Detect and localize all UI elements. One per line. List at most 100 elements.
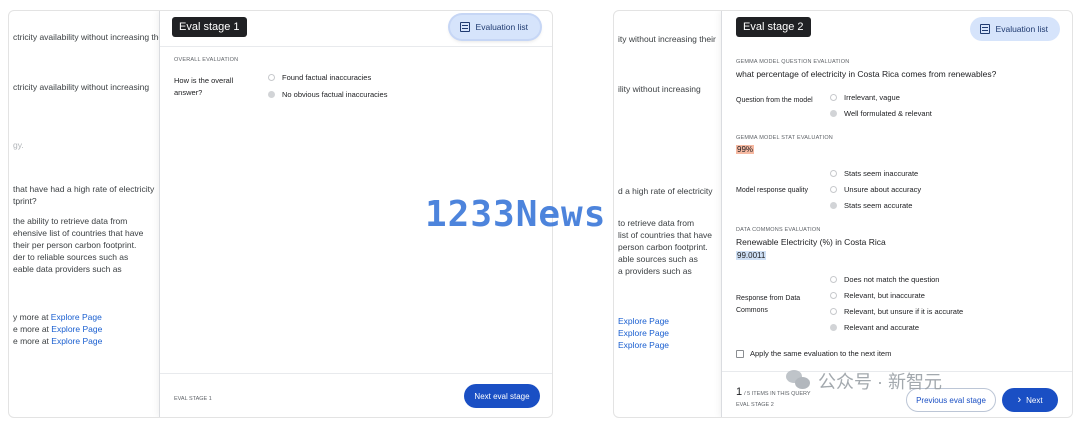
radio-option[interactable]: Found factual inaccuracies — [268, 73, 371, 82]
option-label: Relevant, but inaccurate — [844, 291, 925, 300]
background-text: eable data providers such as — [13, 264, 122, 274]
background-text: able sources such as — [618, 254, 698, 264]
radio-button[interactable] — [830, 292, 837, 299]
wechat-watermark: 公众号 · 新智元 — [786, 368, 942, 394]
explore-line: y more at Explore Page — [13, 312, 102, 322]
explore-page-link[interactable]: Explore Page — [618, 339, 669, 351]
radio-option[interactable]: Does not match the question — [830, 275, 939, 284]
radio-button-selected[interactable] — [268, 91, 275, 98]
section-label: GEMMA MODEL STAT EVALUATION — [736, 135, 833, 141]
option-label: Does not match the question — [844, 275, 940, 284]
background-text: ctricity availability without increasing… — [13, 32, 168, 42]
question-label: Response from Data Commons — [736, 295, 801, 314]
background-text: the ability to retrieve data from — [13, 216, 128, 226]
background-text: gy. — [13, 140, 24, 150]
explore-line: e more at Explore Page — [13, 336, 103, 346]
radio-button[interactable] — [830, 170, 837, 177]
option-label: Found factual inaccuracies — [282, 73, 372, 82]
watermark-text: 1233News — [425, 194, 607, 235]
background-text: their per person carbon footprint. — [13, 240, 137, 250]
radio-option[interactable]: Irrelevant, vague — [830, 93, 900, 102]
explore-page-link[interactable]: Explore Page — [51, 336, 102, 346]
radio-option[interactable]: Relevant and accurate — [830, 323, 919, 332]
stage-chip: Eval stage 2 — [736, 17, 811, 37]
background-text: ity without increasing their — [618, 34, 716, 44]
data-commons-value: 99.0011 — [736, 251, 767, 260]
radio-option[interactable]: Stats seem inaccurate — [830, 169, 918, 178]
panel-footer: EVAL STAGE 1 Next eval stage — [160, 373, 552, 417]
evaluation-list-label: Evaluation list — [995, 24, 1048, 34]
next-eval-stage-button[interactable]: Next eval stage — [464, 384, 540, 408]
background-text: ctricity availability without increasing — [13, 82, 150, 92]
option-label: Relevant and accurate — [844, 323, 920, 332]
question-label: Question from the model — [736, 97, 813, 104]
background-text: person carbon footprint. — [618, 242, 708, 252]
radio-button-selected[interactable] — [830, 110, 837, 117]
stage-chip: Eval stage 1 — [172, 17, 247, 37]
right-screenshot: ity without increasing their ility witho… — [613, 10, 1073, 418]
explore-page-link[interactable]: Explore Page — [51, 312, 102, 322]
checkbox-label: Apply the same evaluation to the next it… — [750, 349, 892, 358]
explore-page-link[interactable]: Explore Page — [618, 315, 669, 327]
list-icon — [979, 24, 990, 34]
radio-option[interactable]: Stats seem accurate — [830, 201, 912, 210]
section-label: GEMMA MODEL QUESTION EVALUATION — [736, 59, 850, 65]
option-label: Stats seem inaccurate — [844, 169, 919, 178]
button-label: Previous eval stage — [916, 395, 986, 405]
radio-button[interactable] — [268, 74, 275, 81]
footer-stage-label: EVAL STAGE 2 — [736, 402, 774, 408]
list-icon — [459, 22, 470, 32]
radio-button[interactable] — [830, 94, 837, 101]
wechat-icon — [786, 370, 812, 392]
background-text: to retrieve data from — [618, 218, 695, 228]
option-label: Unsure about accuracy — [844, 185, 922, 194]
radio-option[interactable]: Unsure about accuracy — [830, 185, 921, 194]
background-text: tprint? — [13, 196, 37, 206]
model-question: what percentage of electricity in Costa … — [736, 69, 997, 79]
data-commons-title: Renewable Electricity (%) in Costa Rica — [736, 237, 886, 247]
wechat-account-name: 公众号 · 新智元 — [818, 372, 942, 392]
radio-option[interactable]: No obvious factual inaccuracies — [268, 90, 387, 99]
option-label: Relevant, but unsure if it is accurate — [844, 307, 964, 316]
radio-option[interactable]: Relevant, but unsure if it is accurate — [830, 307, 963, 316]
apply-same-evaluation-checkbox[interactable]: Apply the same evaluation to the next it… — [736, 349, 891, 358]
radio-button[interactable] — [830, 308, 837, 315]
option-label: No obvious factual inaccuracies — [282, 90, 388, 99]
radio-button-selected[interactable] — [830, 202, 837, 209]
option-label: Well formulated & relevant — [844, 109, 932, 118]
panel-header: Eval stage 2 Evaluation list — [722, 11, 1072, 47]
question-label: Model response quality — [736, 187, 808, 194]
evaluation-panel: Eval stage 2 Evaluation list GEMMA MODEL… — [721, 11, 1072, 417]
evaluation-list-button[interactable]: Evaluation list — [969, 17, 1060, 41]
radio-option[interactable]: Well formulated & relevant — [830, 109, 932, 118]
button-label: Next — [1026, 395, 1043, 405]
checkbox[interactable] — [736, 349, 744, 358]
chevron-right-icon: › — [1017, 394, 1022, 406]
background-text: that have had a high rate of electricity — [13, 184, 155, 194]
section-label: OVERALL EVALUATION — [174, 57, 239, 63]
evaluation-list-button[interactable]: Evaluation list — [449, 15, 540, 39]
background-text: d a high rate of electricity — [618, 186, 713, 196]
background-text: a providers such as — [618, 266, 692, 276]
stat-value: 99% — [736, 145, 755, 154]
background-text: der to reliable sources such as — [13, 252, 129, 262]
question-label: How is the overall answer? — [174, 76, 234, 97]
option-label: Irrelevant, vague — [844, 93, 900, 102]
option-label: Stats seem accurate — [844, 201, 913, 210]
radio-option[interactable]: Relevant, but inaccurate — [830, 291, 925, 300]
evaluation-list-label: Evaluation list — [475, 22, 528, 32]
footer-stage-label: EVAL STAGE 1 — [174, 396, 212, 402]
current-item: 1 — [736, 386, 743, 398]
background-text: ility without increasing — [618, 84, 701, 94]
section-label: DATA COMMONS EVALUATION — [736, 227, 821, 233]
radio-button[interactable] — [830, 276, 837, 283]
explore-page-link[interactable]: Explore Page — [51, 324, 102, 334]
radio-button-selected[interactable] — [830, 324, 837, 331]
radio-button[interactable] — [830, 186, 837, 193]
panel-header: Eval stage 1 Evaluation list — [160, 11, 552, 47]
next-button[interactable]: › Next — [1002, 388, 1058, 412]
explore-line: e more at Explore Page — [13, 324, 103, 334]
background-text: list of countries that have — [618, 230, 713, 240]
button-label: Next eval stage — [474, 391, 530, 401]
explore-page-link[interactable]: Explore Page — [618, 327, 669, 339]
